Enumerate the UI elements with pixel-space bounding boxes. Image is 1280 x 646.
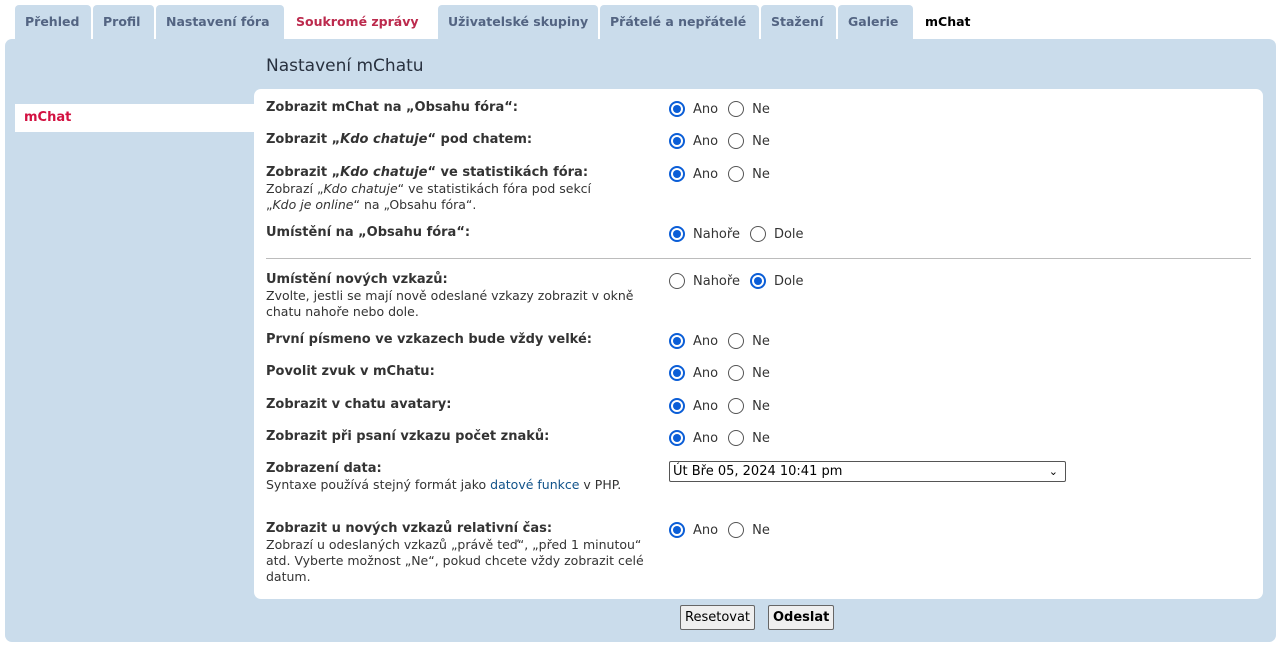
option-no[interactable]: Ne <box>728 398 770 414</box>
option-yes[interactable]: Ano <box>669 365 718 381</box>
setting-label: Povolit zvuk v mChatu: <box>266 364 435 379</box>
radio-checked[interactable] <box>669 226 685 242</box>
option-no[interactable]: Ne <box>728 430 770 446</box>
setting-description: Zvolte, jestli se mají nově odeslané vzk… <box>266 288 634 319</box>
option-yes[interactable]: Ano <box>669 133 718 149</box>
radio-checked[interactable] <box>669 133 685 149</box>
option-label: Ne <box>752 398 770 414</box>
option-no[interactable]: Ne <box>728 133 770 149</box>
reset-button[interactable]: Resetovat <box>680 605 756 630</box>
radio-checked[interactable] <box>669 166 685 182</box>
setting-label: Umístění nových vzkazů: <box>266 272 448 287</box>
option-label: Ne <box>752 166 770 182</box>
tab-profile[interactable]: Profil <box>93 5 154 39</box>
radio-checked[interactable] <box>669 365 685 381</box>
option-label: Ano <box>693 365 719 381</box>
option-yes[interactable]: Ano <box>669 522 718 538</box>
setting-description: Syntaxe používá stejný formát jako datov… <box>266 477 622 492</box>
option-bottom[interactable]: Dole <box>749 226 804 242</box>
option-label: Ne <box>752 365 770 381</box>
date-function-link[interactable]: datové funkce <box>490 477 579 492</box>
option-top[interactable]: Nahoře <box>669 273 740 289</box>
option-yes[interactable]: Ano <box>669 101 718 117</box>
option-label: Nahoře <box>693 226 740 242</box>
setting-label: Zobrazit „Kdo chatuje“ pod chatem: <box>266 132 533 147</box>
date-format-select[interactable]: Út Bře 05, 2024 10:41 pm ⌄ <box>669 461 1066 482</box>
option-label: Ano <box>693 133 719 149</box>
option-bottom[interactable]: Dole <box>749 273 804 289</box>
option-label: Ano <box>693 333 719 349</box>
option-no[interactable]: Ne <box>728 166 770 182</box>
select-value: Út Bře 05, 2024 10:41 pm <box>673 464 843 479</box>
option-top[interactable]: Nahoře <box>669 226 740 242</box>
option-label: Ne <box>752 101 770 117</box>
radio-unchecked[interactable] <box>728 133 745 149</box>
radio-checked[interactable] <box>749 273 766 289</box>
option-yes[interactable]: Ano <box>669 430 718 446</box>
tab-mchat[interactable]: mChat <box>915 5 985 39</box>
sidebar-item-mchat[interactable]: mChat <box>15 104 255 132</box>
setting-label: Zobrazit v chatu avatary: <box>266 397 452 412</box>
option-no[interactable]: Ne <box>728 333 770 349</box>
tab-downloads[interactable]: Stažení <box>761 5 836 39</box>
option-label: Ne <box>752 133 770 149</box>
radio-checked[interactable] <box>669 522 685 538</box>
tab-forum-settings[interactable]: Nastavení fóra <box>156 5 284 39</box>
option-yes[interactable]: Ano <box>669 398 718 414</box>
option-label: Ano <box>693 101 719 117</box>
radio-unchecked[interactable] <box>749 226 766 242</box>
radio-unchecked[interactable] <box>669 273 685 289</box>
option-no[interactable]: Ne <box>728 101 770 117</box>
setting-description: Zobrazí u odeslaných vzkazů „právě teď“,… <box>266 537 644 584</box>
tab-gallery[interactable]: Galerie <box>838 5 913 39</box>
setting-label: Zobrazit mChat na „Obsahu fóra“: <box>266 100 518 115</box>
submit-button[interactable]: Odeslat <box>768 605 835 630</box>
setting-label: Zobrazit „Kdo chatuje“ ve statistikách f… <box>266 165 589 180</box>
radio-unchecked[interactable] <box>728 101 745 117</box>
setting-label: Zobrazení data: <box>266 461 382 476</box>
tab-friends-foes[interactable]: Přátelé a nepřátelé <box>600 5 759 39</box>
option-label: Ano <box>693 522 719 538</box>
radio-unchecked[interactable] <box>728 166 745 182</box>
setting-label: Zobrazit při psaní vzkazu počet znaků: <box>266 429 550 444</box>
radio-checked[interactable] <box>669 430 685 446</box>
option-label: Dole <box>773 226 804 242</box>
radio-checked[interactable] <box>669 333 685 349</box>
option-no[interactable]: Ne <box>728 365 770 381</box>
option-label: Ano <box>693 398 719 414</box>
setting-description: Zobrazí „Kdo chatuje“ ve statistikách fó… <box>266 181 592 212</box>
tab-user-groups[interactable]: Uživatelské skupiny <box>438 5 598 39</box>
tab-bar: Přehled Profil Nastavení fóra Soukromé z… <box>15 5 987 39</box>
tab-private-messages[interactable]: Soukromé zprávy <box>286 5 436 39</box>
option-label: Nahoře <box>693 273 740 289</box>
radio-unchecked[interactable] <box>728 365 745 381</box>
option-label: Dole <box>773 273 804 289</box>
chevron-down-icon: ⌄ <box>1048 465 1058 478</box>
setting-label: Umístění na „Obsahu fóra“: <box>266 225 471 240</box>
radio-unchecked[interactable] <box>728 398 745 414</box>
radio-checked[interactable] <box>669 398 685 414</box>
radio-unchecked[interactable] <box>728 333 745 349</box>
setting-label: Zobrazit u nových vzkazů relativní čas: <box>266 521 553 536</box>
option-no[interactable]: Ne <box>728 522 770 538</box>
setting-label: První písmeno ve vzkazech bude vždy velk… <box>266 332 592 347</box>
option-yes[interactable]: Ano <box>669 333 718 349</box>
option-label: Ne <box>752 430 770 446</box>
tab-overview[interactable]: Přehled <box>15 5 91 39</box>
option-label: Ano <box>693 166 719 182</box>
radio-unchecked[interactable] <box>728 430 745 446</box>
radio-unchecked[interactable] <box>728 522 745 538</box>
option-label: Ne <box>752 522 770 538</box>
radio-checked[interactable] <box>669 101 685 117</box>
option-label: Ne <box>752 333 770 349</box>
option-label: Ano <box>693 430 719 446</box>
page-title: Nastavení mChatu <box>266 56 424 76</box>
section-divider <box>266 258 1251 259</box>
option-yes[interactable]: Ano <box>669 166 718 182</box>
